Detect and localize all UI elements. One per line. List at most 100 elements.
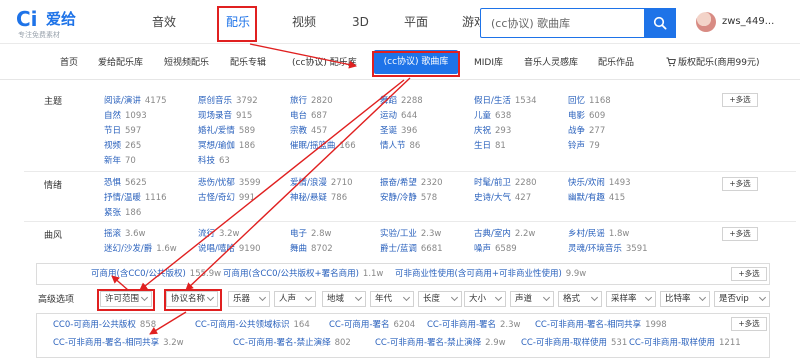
filter-chip[interactable]: 说唱/嘻哈 9190 xyxy=(198,244,261,255)
filter-chip[interactable]: 自然 1093 xyxy=(104,111,147,122)
filter-chip[interactable]: 铃声 79 xyxy=(568,141,600,152)
protocol-chip[interactable]: CC-可商用-公共领域标识 164 xyxy=(195,320,310,331)
protocol-chip[interactable]: CC-可非商用-取样使用 1211 xyxy=(629,338,741,349)
filter-chip[interactable]: 乡村/民谣 1.8w xyxy=(568,229,629,240)
filter-chip[interactable]: 悲伤/忧郁 3599 xyxy=(198,178,261,189)
filter-chip[interactable]: 安静/冷静 578 xyxy=(380,193,437,204)
license-chip[interactable]: 可商用(含CC0/公共版权+署名商用) 1.1w xyxy=(223,269,383,280)
filter-chip[interactable]: 战争 277 xyxy=(568,126,605,137)
multi-select-button[interactable]: +多选 xyxy=(722,93,758,107)
filter-chip[interactable]: 古典/室内 2.2w xyxy=(474,229,535,240)
license-chip[interactable]: 可非商业性使用(含可商用+可非商业性使用) 9.9w xyxy=(395,269,586,280)
avatar[interactable] xyxy=(696,12,716,32)
filter-chip[interactable]: 视频 265 xyxy=(104,141,141,152)
multi-select-button[interactable]: +多选 xyxy=(722,227,758,241)
subnav-item-midi[interactable]: MIDI库 xyxy=(474,57,503,69)
chip-count: 802 xyxy=(334,338,351,348)
protocol-chip[interactable]: CC-可非商用-署名 2.3w xyxy=(427,320,521,331)
multi-select-button[interactable]: +多选 xyxy=(722,177,758,191)
era-dropdown[interactable]: 年代 xyxy=(370,291,414,307)
filter-chip[interactable]: 灵魂/环境音乐 3591 xyxy=(568,244,648,255)
nav-item-sound-effects[interactable]: 音效 xyxy=(152,14,176,30)
protocol-chip[interactable]: CC-可非商用-署名-相同共享 1998 xyxy=(535,320,667,331)
vip-dropdown[interactable]: 是否vip xyxy=(714,291,770,307)
filter-chip[interactable]: 阅读/演讲 4175 xyxy=(104,96,167,107)
filter-chip[interactable]: 恐惧 5625 xyxy=(104,178,147,189)
site-logo[interactable]: Ci 爱给 专注免费素材 xyxy=(16,8,116,40)
filter-chip[interactable]: 噪声 6589 xyxy=(474,244,517,255)
filter-chip[interactable]: 实验/工业 2.3w xyxy=(380,229,441,240)
multi-select-button[interactable]: +多选 xyxy=(731,267,767,281)
channel-dropdown[interactable]: 声道 xyxy=(510,291,554,307)
filter-chip[interactable]: 宗教 457 xyxy=(290,126,327,137)
protocol-chip[interactable]: CC-可非商用-取样使用 531 xyxy=(521,338,627,349)
region-dropdown[interactable]: 地域 xyxy=(322,291,366,307)
filter-chip[interactable]: 史诗/大气 427 xyxy=(474,193,531,204)
filter-chip[interactable]: 婚礼/爱情 589 xyxy=(198,126,255,137)
protocol-chip[interactable]: CC-可商用-署名 6204 xyxy=(329,320,415,331)
filter-chip[interactable]: 爵士/蓝调 6681 xyxy=(380,244,443,255)
filter-chip[interactable]: 迷幻/沙发/爵 1.6w xyxy=(104,244,177,255)
filter-chip[interactable]: 爱情/浪漫 2710 xyxy=(290,178,353,189)
filter-chip[interactable]: 旅行 2820 xyxy=(290,96,333,107)
filter-chip[interactable]: 圣诞 396 xyxy=(380,126,417,137)
filter-chip[interactable]: 幽默/有趣 415 xyxy=(568,193,625,204)
subnav-item-music-albums[interactable]: 配乐专辑 xyxy=(230,57,266,69)
filter-chip[interactable]: 科技 63 xyxy=(198,156,230,167)
filter-chip[interactable]: 催眠/摇篮曲 166 xyxy=(290,141,356,152)
filter-chip[interactable]: 节日 597 xyxy=(104,126,141,137)
filter-chip[interactable]: 时髦/前卫 2280 xyxy=(474,178,537,189)
protocol-chip[interactable]: CC0-可商用-公共版权 858 xyxy=(53,320,156,331)
filter-chip[interactable]: 回忆 1168 xyxy=(568,96,611,107)
username[interactable]: zws_449... xyxy=(722,15,774,29)
filter-chip[interactable]: 电台 687 xyxy=(290,111,327,122)
search-button[interactable] xyxy=(644,8,676,38)
filter-chip[interactable]: 假日/生活 1534 xyxy=(474,96,537,107)
format-dropdown[interactable]: 格式 xyxy=(558,291,602,307)
filter-chip[interactable]: 抒情/温暖 1116 xyxy=(104,193,167,204)
filter-chip[interactable]: 运动 644 xyxy=(380,111,417,122)
length-dropdown[interactable]: 长度 xyxy=(418,291,462,307)
nav-item-video[interactable]: 视频 xyxy=(292,14,316,30)
filter-chip[interactable]: 电影 609 xyxy=(568,111,605,122)
filter-chip[interactable]: 新年 70 xyxy=(104,156,136,167)
multi-select-button[interactable]: +多选 xyxy=(731,317,767,331)
filter-chip[interactable]: 冥想/瑜伽 186 xyxy=(198,141,255,152)
filter-chip[interactable]: 快乐/欢闹 1493 xyxy=(568,178,631,189)
filter-chip[interactable]: 紧张 186 xyxy=(104,208,141,219)
size-dropdown[interactable]: 大小 xyxy=(464,291,506,307)
chip-count: 644 xyxy=(401,111,418,121)
filter-chip[interactable]: 电子 2.8w xyxy=(290,229,332,240)
protocol-chip[interactable]: CC-可非商用-署名-禁止演绎 2.9w xyxy=(375,338,506,349)
subnav-item-music-works[interactable]: 配乐作品 xyxy=(598,57,634,69)
nav-item-graphic[interactable]: 平面 xyxy=(404,14,428,30)
filter-chip[interactable]: 原创音乐 3792 xyxy=(198,96,258,107)
filter-chip[interactable]: 现场录音 915 xyxy=(198,111,252,122)
copyright-music-link[interactable]: 版权配乐(商用99元) xyxy=(666,57,759,69)
filter-chip[interactable]: 古怪/奇幻 991 xyxy=(198,193,255,204)
filter-chip[interactable]: 情人节 86 xyxy=(380,141,420,152)
filter-chip[interactable]: 儿童 638 xyxy=(474,111,511,122)
vocal-dropdown[interactable]: 人声 xyxy=(274,291,316,307)
bitrate-dropdown[interactable]: 比特率 xyxy=(660,291,710,307)
sample-rate-dropdown[interactable]: 采样率 xyxy=(606,291,656,307)
license-chip[interactable]: 可商用(含CC0/公共版权) 155.9w xyxy=(91,269,221,280)
filter-chip[interactable]: 舞曲 8702 xyxy=(290,244,333,255)
filter-chip[interactable]: 庆祝 293 xyxy=(474,126,511,137)
subnav-item-aigei-music[interactable]: 爱给配乐库 xyxy=(98,57,143,69)
filter-chip[interactable]: 摇滚 3.6w xyxy=(104,229,146,240)
subnav-item-short-video-music[interactable]: 短视频配乐 xyxy=(164,57,209,69)
subnav-item-cc-music-library[interactable]: (cc协议) 配乐库 xyxy=(292,57,357,69)
filter-chip[interactable]: 舞蹈 2288 xyxy=(380,96,423,107)
subnav-item-musician-inspiration[interactable]: 音乐人灵感库 xyxy=(524,57,578,69)
protocol-chip[interactable]: CC-可非商用-署名-相同共享 3.2w xyxy=(53,338,184,349)
nav-item-3d[interactable]: 3D xyxy=(352,14,369,30)
filter-chip[interactable]: 振奋/希望 2320 xyxy=(380,178,443,189)
subnav-item-home[interactable]: 首页 xyxy=(60,57,78,69)
filter-chip[interactable]: 神秘/悬疑 786 xyxy=(290,193,347,204)
filter-chip[interactable]: 生日 81 xyxy=(474,141,506,152)
filter-chip[interactable]: 流行 3.2w xyxy=(198,229,240,240)
protocol-chip[interactable]: CC-可商用-署名-禁止演绎 802 xyxy=(233,338,351,349)
search-input[interactable] xyxy=(481,9,645,37)
instrument-dropdown[interactable]: 乐器 xyxy=(228,291,270,307)
